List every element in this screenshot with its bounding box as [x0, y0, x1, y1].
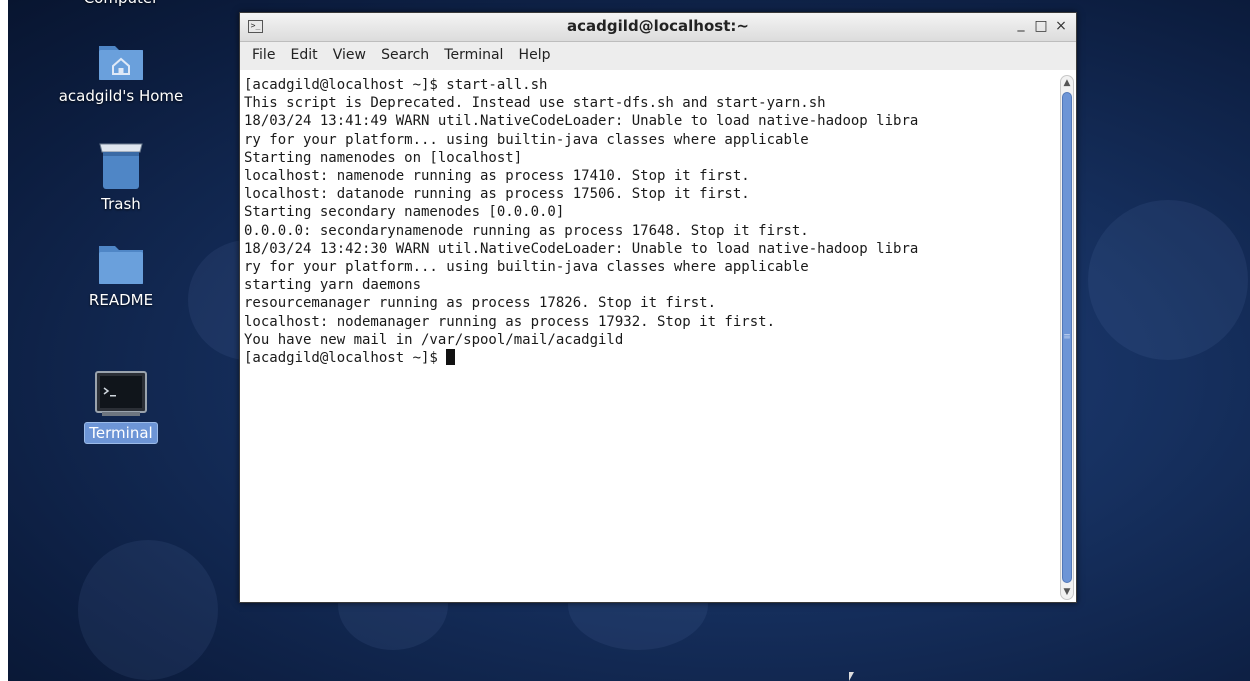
desktop-icon-home[interactable]: acadgild's Home	[51, 38, 191, 106]
menu-view[interactable]: View	[328, 42, 371, 63]
terminal-window[interactable]: >_ acadgild@localhost:~ _ □ × File Edit …	[239, 12, 1077, 603]
home-folder-icon	[96, 38, 146, 82]
terminal-line: Starting secondary namenodes [0.0.0.0]	[244, 204, 565, 221]
terminal-line: Starting namenodes on [localhost]	[244, 149, 523, 166]
desktop-icon-label: Computer	[80, 0, 163, 8]
terminal-line: 18/03/24 13:42:30 WARN util.NativeCodeLo…	[244, 240, 919, 257]
terminal-line: 18/03/24 13:41:49 WARN util.NativeCodeLo…	[244, 113, 919, 130]
terminal-line: starting yarn daemons	[244, 277, 422, 294]
terminal-line: ry for your platform... using builtin-ja…	[244, 131, 809, 148]
terminal-line: resourcemanager running as process 17826…	[244, 295, 717, 312]
desktop-icon-label: README	[88, 291, 154, 309]
terminal-line: ry for your platform... using builtin-ja…	[244, 259, 809, 276]
terminal-prompt-line[interactable]: [acadgild@localhost ~]$	[244, 349, 1060, 367]
desktop-icon-readme[interactable]: README	[51, 242, 191, 310]
scroll-down-arrow-icon[interactable]: ▼	[1061, 585, 1073, 599]
grip-icon: ≡	[1063, 331, 1071, 342]
scroll-up-arrow-icon[interactable]: ▲	[1061, 76, 1073, 90]
menu-bar: File Edit View Search Terminal Help	[240, 42, 1076, 70]
trash-icon	[96, 138, 146, 190]
terminal-line: localhost: nodemanager running as proces…	[244, 313, 776, 330]
terminal-line: [acadgild@localhost ~]$ start-all.sh	[244, 77, 548, 93]
desktop-icon-label: Trash	[101, 195, 141, 213]
terminal-line: 0.0.0.0: secondarynamenode running as pr…	[244, 222, 809, 239]
terminal-icon	[94, 370, 148, 418]
desktop-icon-label: Terminal	[84, 422, 158, 444]
desktop-icon-computer[interactable]: Computer	[51, 0, 191, 8]
minimize-button[interactable]: _	[1012, 16, 1030, 32]
terminal-line: You have new mail in /var/spool/mail/aca…	[244, 331, 624, 348]
folder-icon	[96, 242, 146, 286]
window-title: acadgild@localhost:~	[567, 17, 749, 35]
title-bar[interactable]: >_ acadgild@localhost:~ _ □ ×	[240, 13, 1076, 42]
mouse-pointer-icon	[849, 672, 854, 681]
vertical-scrollbar[interactable]: ▲ ≡ ▼	[1060, 75, 1074, 600]
menu-terminal[interactable]: Terminal	[439, 42, 508, 63]
terminal-prompt: [acadgild@localhost ~]$	[244, 350, 447, 367]
text-cursor	[446, 349, 456, 366]
terminal-line: localhost: namenode running as process 1…	[244, 168, 750, 185]
desktop-icon-label: acadgild's Home	[58, 87, 184, 105]
maximize-button[interactable]: □	[1032, 18, 1050, 34]
menu-edit[interactable]: Edit	[286, 42, 323, 63]
menu-search[interactable]: Search	[376, 42, 434, 63]
scrollbar-thumb[interactable]: ≡	[1062, 92, 1072, 583]
menu-file[interactable]: File	[247, 42, 280, 63]
terminal-line: localhost: datanode running as process 1…	[244, 186, 750, 203]
menu-help[interactable]: Help	[514, 42, 556, 63]
close-button[interactable]: ×	[1052, 18, 1070, 34]
terminal-output[interactable]: [acadgild@localhost ~]$ start-all.sh Thi…	[240, 70, 1060, 602]
desktop-icon-trash[interactable]: Trash	[51, 138, 191, 214]
desktop-icon-terminal[interactable]: Terminal	[51, 370, 191, 444]
terminal-line: This script is Deprecated. Instead use s…	[244, 95, 826, 112]
